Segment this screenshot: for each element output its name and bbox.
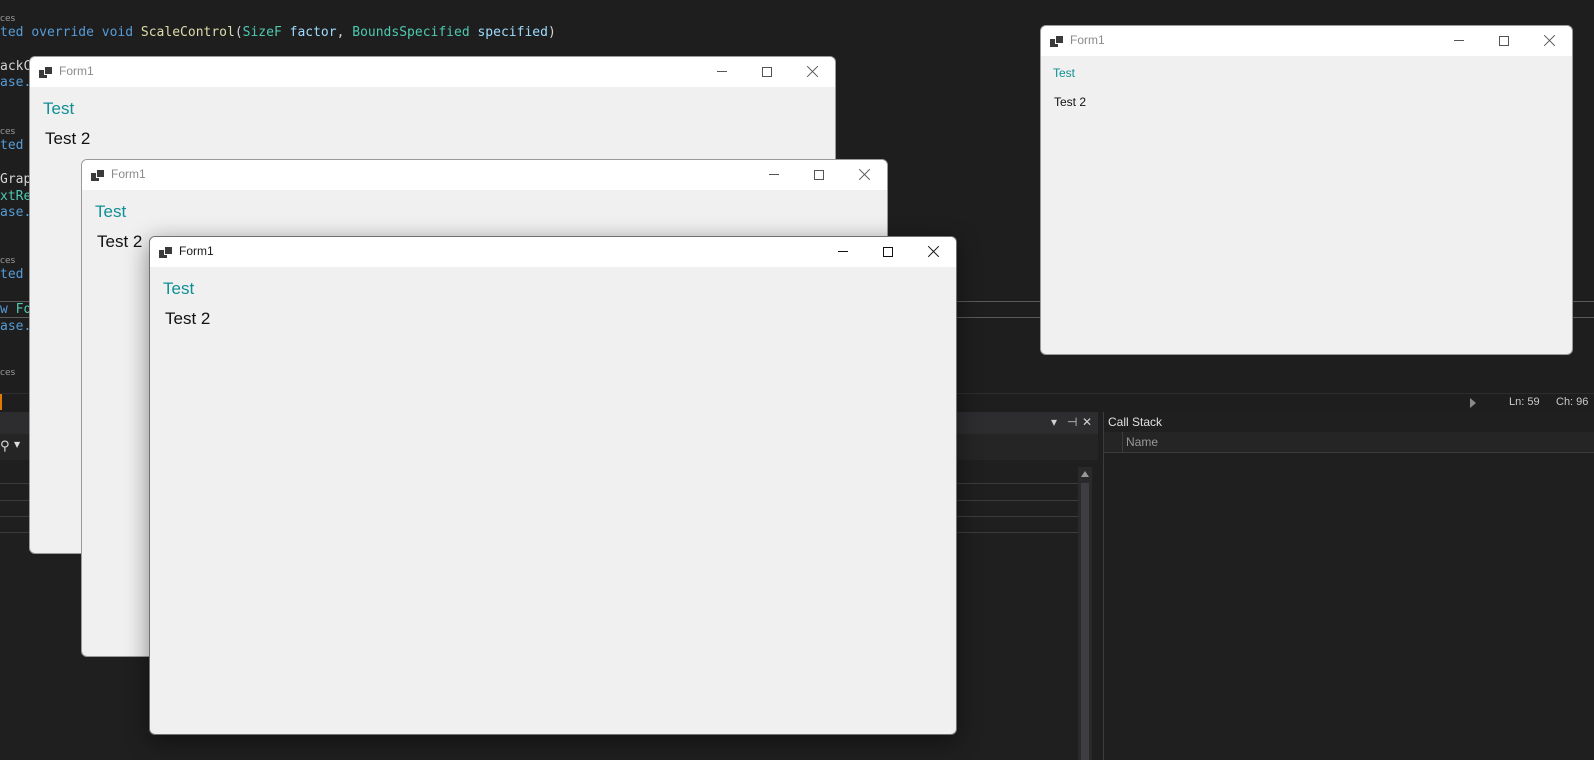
- code-token: BoundsSpecified: [352, 25, 470, 40]
- close-icon: [806, 65, 820, 79]
- vertical-scrollbar[interactable]: [1078, 467, 1092, 760]
- minimize-button[interactable]: [1437, 26, 1482, 56]
- maximize-button[interactable]: [745, 57, 790, 87]
- maximize-button[interactable]: [797, 160, 842, 190]
- scroll-right-icon[interactable]: [1470, 398, 1476, 408]
- window-title: Form1: [1070, 33, 1105, 47]
- form-icon: [39, 66, 53, 78]
- code-fragment: Grap: [0, 172, 32, 187]
- minimize-icon: [838, 251, 848, 252]
- code-line-scalecontrol: ted override void ScaleControl(SizeF fac…: [0, 25, 556, 40]
- label-test: Test: [95, 202, 127, 221]
- code-token: ted: [0, 25, 24, 40]
- code-fragment: ted: [0, 138, 24, 153]
- code-token: override: [31, 25, 94, 40]
- close-button[interactable]: [790, 57, 835, 87]
- maximize-button[interactable]: [1482, 26, 1527, 56]
- code-token: w: [0, 302, 8, 317]
- pane-dropdown-icon[interactable]: ▾: [1051, 415, 1057, 429]
- label-test: Test: [1053, 66, 1076, 80]
- title-bar[interactable]: Form1: [82, 160, 887, 190]
- code-fragment: xtRe: [0, 189, 32, 204]
- minimize-button[interactable]: [752, 160, 797, 190]
- label-test: Test: [163, 279, 195, 298]
- label-test-2: Test 2: [97, 232, 143, 251]
- maximize-icon: [762, 67, 772, 77]
- close-icon: [927, 245, 941, 259]
- form-window-active[interactable]: Form1 Test Test 2: [149, 236, 957, 735]
- search-icon[interactable]: ⚲: [0, 439, 10, 454]
- label-test-2: Test 2: [45, 129, 91, 148]
- scroll-up-icon[interactable]: [1081, 471, 1089, 477]
- code-fragment: ted: [0, 267, 24, 282]
- char-number[interactable]: Ch: 96: [1556, 396, 1588, 408]
- minimize-icon: [769, 174, 779, 175]
- code-token: factor: [289, 25, 337, 40]
- call-stack-pane: Call Stack Name: [1103, 412, 1594, 760]
- codelens-reference[interactable]: ces: [0, 368, 15, 378]
- search-dropdown-icon[interactable]: ▼: [14, 440, 20, 449]
- codelens-reference[interactable]: ces: [0, 127, 15, 137]
- code-line-new: w Fo: [0, 302, 31, 317]
- minimize-icon: [717, 71, 727, 72]
- close-button[interactable]: [911, 237, 956, 267]
- form-icon: [1050, 35, 1064, 47]
- window-title: Form1: [111, 167, 146, 181]
- form-icon: [91, 169, 105, 181]
- minimize-button[interactable]: [821, 237, 866, 267]
- call-stack-title[interactable]: Call Stack: [1108, 415, 1162, 429]
- pane-close-icon[interactable]: ✕: [1082, 415, 1092, 429]
- title-bar[interactable]: Form1: [1041, 26, 1572, 56]
- code-token: ScaleControl: [140, 25, 235, 40]
- label-test-2: Test 2: [1054, 95, 1087, 109]
- maximize-icon: [1499, 36, 1509, 46]
- label-test: Test: [43, 99, 75, 118]
- codelens-reference[interactable]: ces: [0, 14, 15, 24]
- label-test-2: Test 2: [165, 309, 211, 328]
- close-icon: [1543, 34, 1557, 48]
- maximize-icon: [814, 170, 824, 180]
- column-divider: [1122, 432, 1123, 452]
- form-window[interactable]: Form1 Test Test 2: [1040, 25, 1573, 355]
- maximize-icon: [883, 247, 893, 257]
- close-button[interactable]: [1527, 26, 1572, 56]
- code-token: void: [101, 25, 134, 40]
- code-token: SizeF: [242, 25, 282, 40]
- maximize-button[interactable]: [866, 237, 911, 267]
- code-token: ): [547, 25, 556, 40]
- code-token: (: [234, 25, 243, 40]
- minimize-button[interactable]: [700, 57, 745, 87]
- close-icon: [858, 168, 872, 182]
- code-token: specified: [477, 25, 548, 40]
- code-token: ,: [336, 25, 345, 40]
- line-number[interactable]: Ln: 59: [1509, 396, 1540, 408]
- pin-icon[interactable]: ⊣: [1067, 415, 1077, 429]
- error-marker: [0, 394, 2, 410]
- column-name-header[interactable]: Name: [1126, 435, 1158, 449]
- title-bar[interactable]: Form1: [150, 237, 956, 267]
- minimize-icon: [1454, 40, 1464, 41]
- window-title: Form1: [59, 64, 94, 78]
- window-title: Form1: [179, 244, 214, 258]
- scrollbar-thumb[interactable]: [1081, 483, 1089, 760]
- call-stack-header: Name: [1104, 432, 1594, 453]
- close-button[interactable]: [842, 160, 887, 190]
- codelens-reference[interactable]: ces: [0, 256, 15, 266]
- form-icon: [159, 246, 173, 258]
- title-bar[interactable]: Form1: [30, 57, 835, 87]
